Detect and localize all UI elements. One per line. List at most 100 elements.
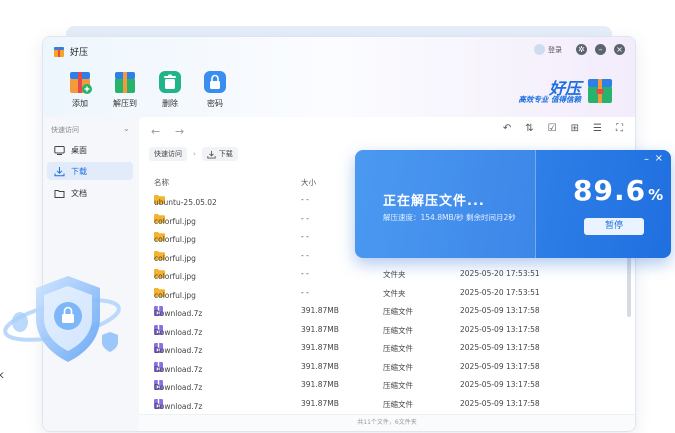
file-date: 2025-05-09 13:17:58 [460,398,540,408]
progress-percent-value: 89.6 [573,174,647,207]
file-name: colorful.jpg [154,213,196,226]
file-name-label: Download.7z [154,327,203,337]
desktop-icon [54,145,65,155]
back-icon[interactable]: ← [151,125,160,138]
progress-speed: 解压速度：154.8MB/秒 剩余时间月2秒 [383,213,516,222]
file-name-label: colorful.jpg [154,216,196,226]
background-glyph: k [0,370,4,381]
undo-icon[interactable]: ↶ [503,123,511,134]
file-type: 压缩文件 [383,399,413,409]
file-type: 压缩文件 [383,307,413,316]
pause-button[interactable]: 暂停 [584,218,644,235]
file-date: 2025-05-09 13:17:58 [460,380,540,389]
table-row[interactable]: Download.7z 391.87MB 压缩文件 2025-05-09 13:17:… [139,340,635,358]
app-title: 好压 [70,48,89,58]
sidebar-item-desktop[interactable]: 桌面 [47,141,133,159]
file-name-label: Download.7z [154,383,203,392]
extract-archive-icon [115,72,135,93]
sidebar-item-label: 文档 [71,188,87,198]
brand-banner: 好压 高效专业 值得信赖 [503,75,615,105]
file-name: colorful.jpg [154,250,196,263]
breadcrumb-root[interactable]: 快速访问 [149,147,187,161]
grid-view-icon[interactable]: ⊞ [571,123,579,134]
minimize-icon[interactable]: – [595,44,606,55]
delete-label: 删除 [162,99,178,108]
file-type: 压缩文件 [383,344,413,353]
file-name-label: Download.7z [154,309,203,318]
settings-icon[interactable]: ✲ [576,44,587,55]
login-label: 登录 [548,45,562,54]
fullscreen-icon[interactable]: ⛶ [616,123,623,134]
table-row[interactable]: colorful.jpg - - 文件夹 2025-05-20 17:53:51 [139,266,635,284]
chevron-down-icon[interactable]: ⌄ [123,124,130,133]
file-name: colorful.jpg [154,232,196,244]
folder-icon [54,189,65,198]
login-button[interactable]: 登录 [534,44,562,55]
extract-progress-dialog: 正在解压文件... 解压速度：154.8MB/秒 剩余时间月2秒 89.6% 暂… [355,150,671,258]
table-row[interactable]: Download.7z 391.87MB 压缩文件 2025-05-09 13:17:… [139,377,635,395]
file-name-label: colorful.jpg [154,253,196,263]
breadcrumb-current[interactable]: 下载 [201,147,238,161]
extract-to-button[interactable]: 解压到 [108,69,142,109]
file-size: 391.87MB [301,343,339,352]
security-shield-icon [3,276,121,362]
close-icon[interactable]: × [614,44,625,55]
trash-icon [159,71,181,93]
sort-icon[interactable]: ⇅ [525,123,533,134]
table-row[interactable]: Download.7z 391.87MB 压缩文件 2025-05-09 13:17:… [139,322,635,340]
forward-icon[interactable]: → [175,125,184,138]
file-name: Download.7z [154,343,202,355]
add-button[interactable]: 添加 [63,69,97,109]
file-size: 391.87MB [301,398,339,408]
file-name-label: colorful.jpg [154,235,196,244]
table-row[interactable]: Download.7z 391.87MB 压缩文件 2025-05-09 13:17:… [139,303,635,321]
file-date: 2025-05-09 13:17:58 [460,324,540,334]
chevron-right-icon: › [193,150,196,158]
sidebar-item-documents[interactable]: 文档 [47,184,133,202]
file-size: - - [301,287,309,297]
select-all-icon[interactable]: ☑ [548,123,557,134]
title-bar: 好压 [53,45,88,58]
extract-label: 解压到 [113,99,137,108]
file-date: 2025-05-09 13:17:58 [460,343,540,352]
file-date: 2025-05-20 17:53:51 [460,287,540,297]
file-type: 压缩文件 [383,381,413,390]
file-size: 391.87MB [301,306,339,315]
file-type: 压缩文件 [383,362,413,372]
status-bar: 共11个文件，6文件夹 [139,414,635,431]
column-header-name[interactable]: 名称 [154,177,169,188]
file-size: 391.87MB [301,380,339,389]
file-date: 2025-05-09 13:17:58 [460,306,540,315]
brand-slogan: 高效专业 值得信赖 [518,95,581,104]
file-name-label: ubuntu-25.05.02 [154,198,217,207]
file-type: 文件夹 [383,288,406,298]
list-view-icon[interactable]: ☰ [593,123,602,134]
file-date: 2025-05-09 13:17:58 [460,361,540,371]
download-icon [207,150,216,158]
file-name: Download.7z [154,380,202,392]
password-button[interactable]: 密码 [198,69,232,109]
header-area: 好压 登录 ✲ – × 添加 解压到 删除 密码 好压 高效专业 值得信赖 [43,37,635,117]
breadcrumb-current-label: 下载 [218,150,233,158]
divider [535,150,536,258]
close-icon[interactable]: × [655,153,663,164]
table-row[interactable]: colorful.jpg - - 文件夹 2025-05-20 17:53:51 [139,285,635,303]
file-name: Download.7z [154,361,202,374]
file-size: - - [301,195,309,204]
table-row[interactable]: Download.7z 391.87MB 压缩文件 2025-05-09 13:17:… [139,359,635,377]
file-name: colorful.jpg [154,269,196,281]
sidebar-item-downloads[interactable]: 下载 [47,162,133,180]
minimize-icon[interactable]: – [644,154,649,165]
file-size: - - [301,269,309,278]
table-row[interactable]: Download.7z 391.87MB 压缩文件 2025-05-09 13:17:… [139,396,635,414]
delete-button[interactable]: 删除 [153,69,187,109]
file-name-label: Download.7z [154,401,203,411]
column-header-size[interactable]: 大小 [301,177,316,188]
progress-percent-sign: % [648,186,665,204]
file-name: Download.7z [154,306,202,318]
add-archive-icon [70,72,92,94]
file-size: 391.87MB [301,324,339,334]
file-name: colorful.jpg [154,287,196,300]
brand-archive-icon [588,79,612,103]
sidebar-heading: 快速访问 [51,126,79,134]
